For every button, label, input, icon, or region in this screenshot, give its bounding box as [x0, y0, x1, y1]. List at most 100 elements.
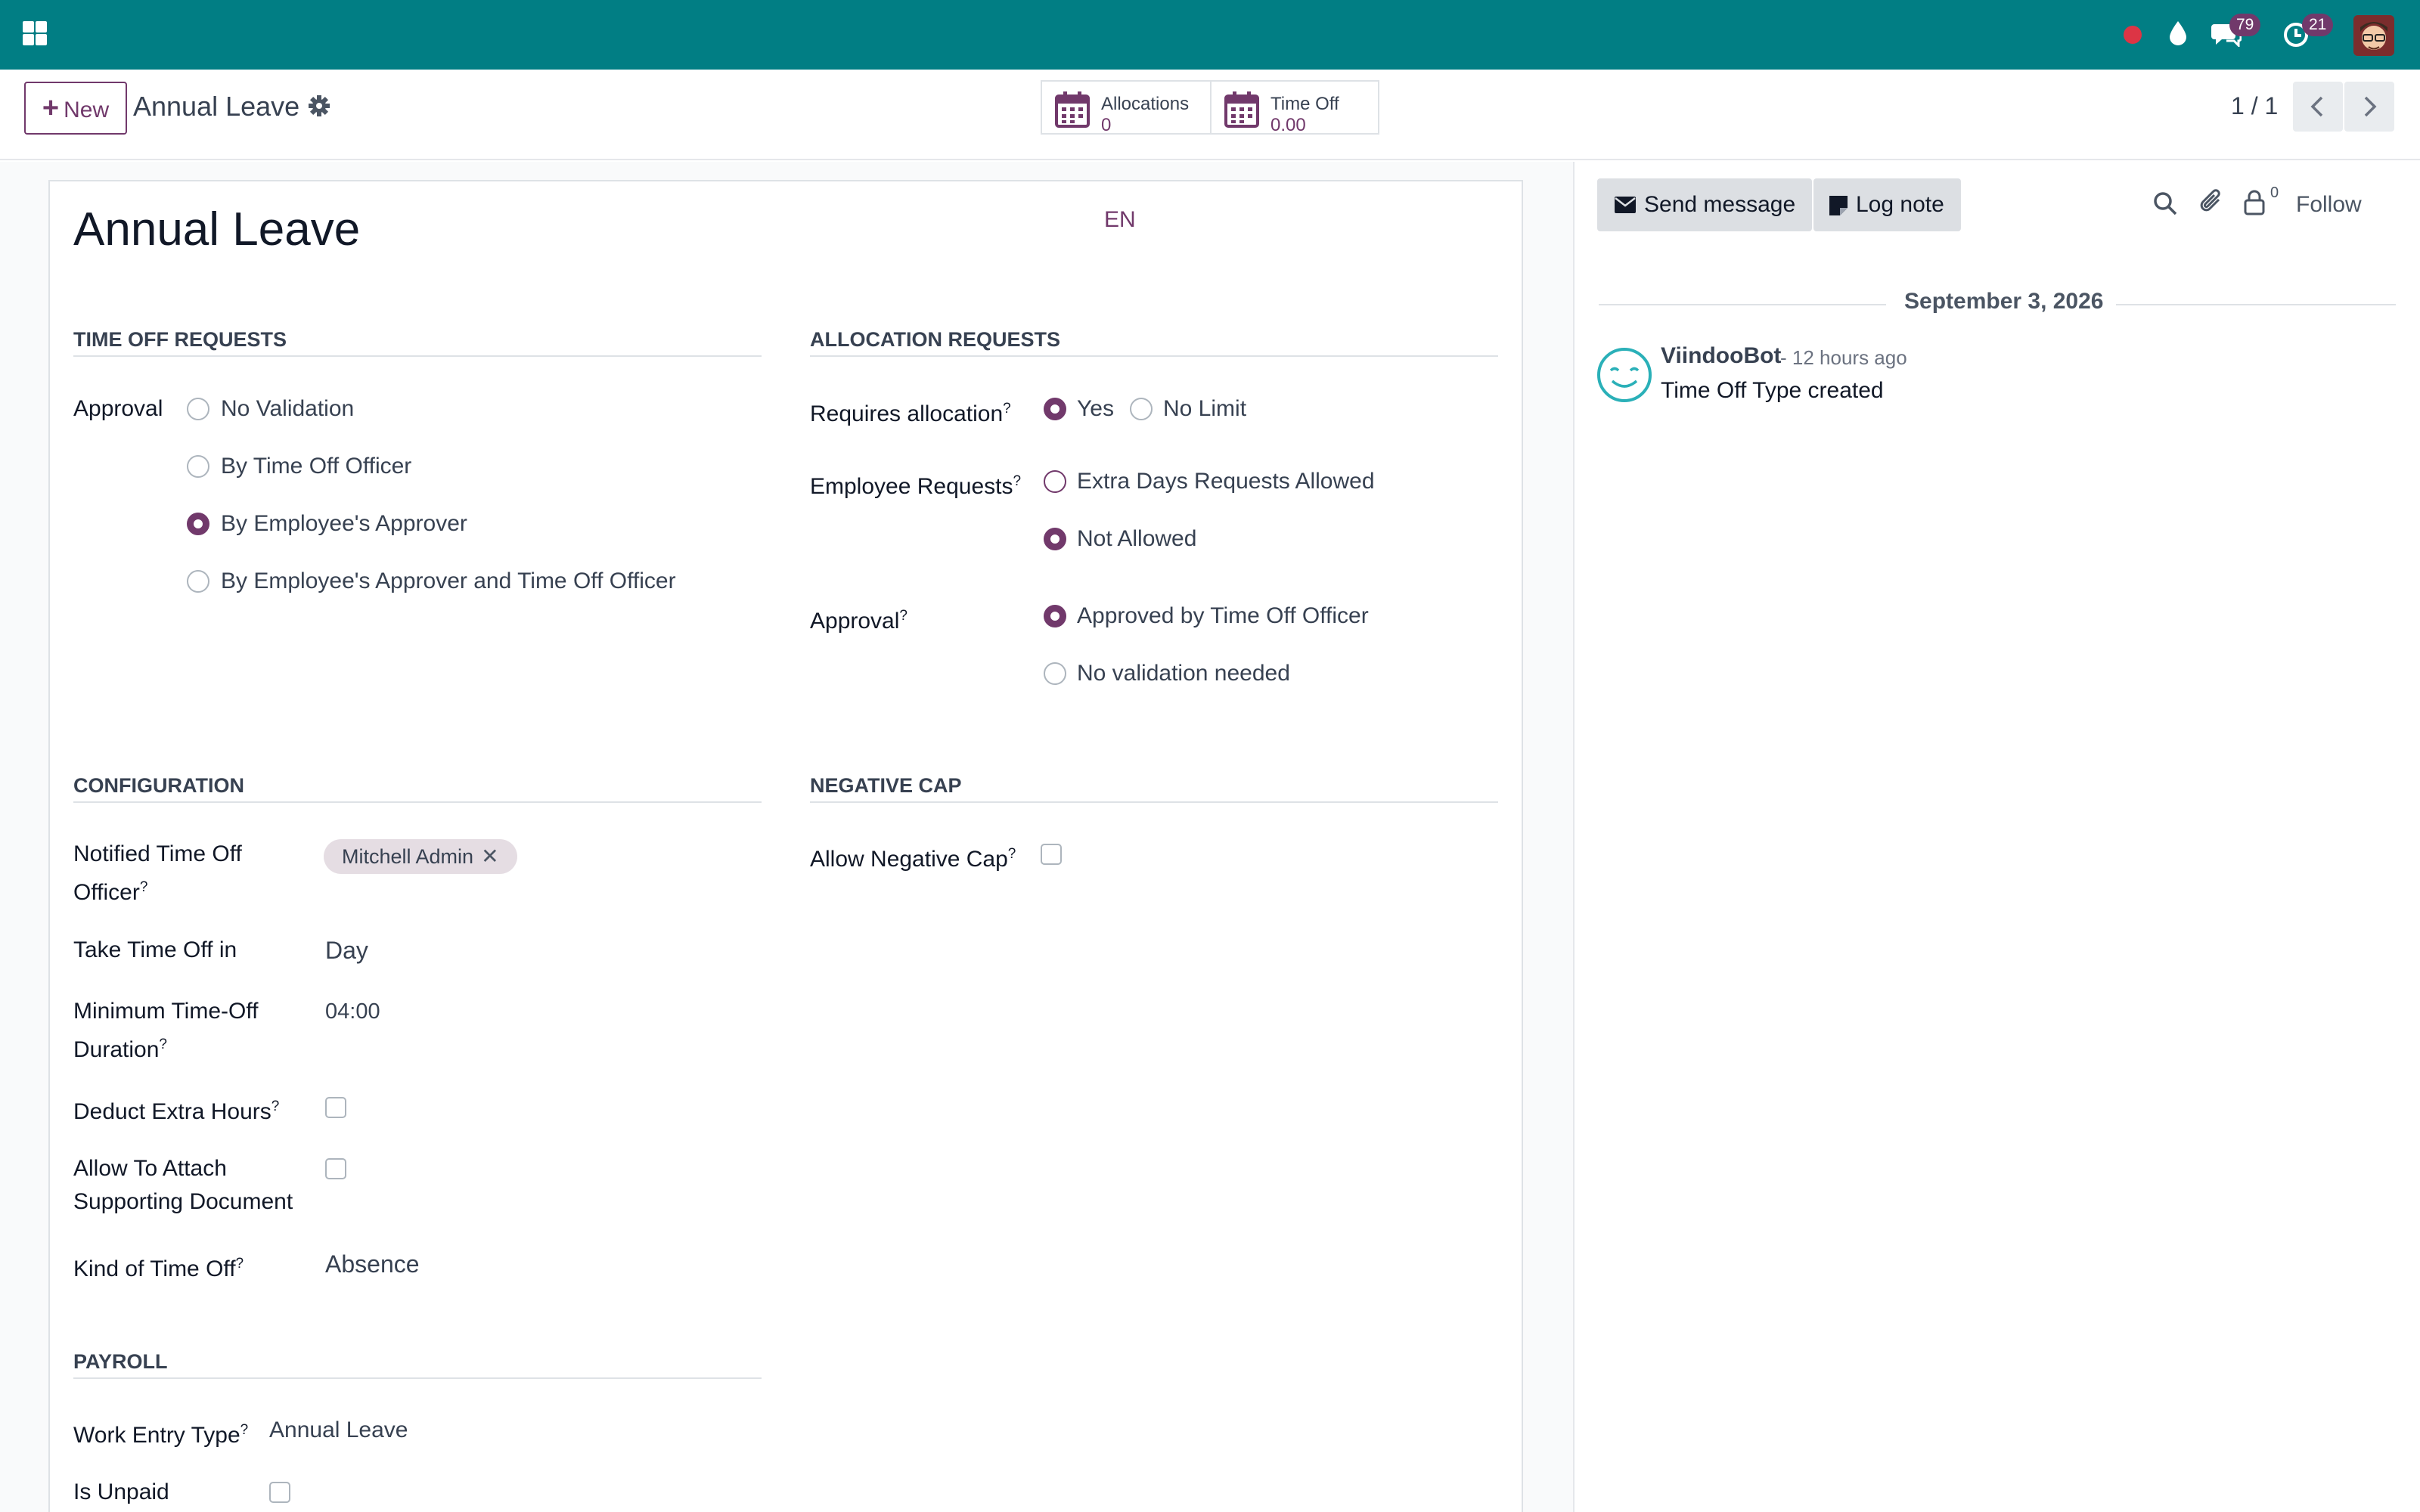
- pager-previous-button[interactable]: [2293, 82, 2343, 132]
- attach-document-checkbox[interactable]: [325, 1158, 346, 1179]
- allocations-smart-button[interactable]: Allocations 0: [1041, 80, 1212, 135]
- help-mark[interactable]: ?: [159, 1036, 167, 1052]
- radio-no-validation[interactable]: [187, 398, 209, 420]
- radio-label-not-allowed[interactable]: Not Allowed: [1077, 522, 1196, 556]
- section-payroll: PAYROLL: [73, 1350, 168, 1373]
- allocations-value: 0: [1101, 115, 1112, 135]
- radio-not-allowed[interactable]: [1044, 528, 1066, 550]
- deduct-extra-hours-checkbox[interactable]: [325, 1097, 346, 1118]
- is-unpaid-checkbox[interactable]: [269, 1482, 290, 1503]
- notified-officer-label: Notified Time Off: [73, 841, 242, 866]
- top-navbar: 79 21: [0, 0, 2420, 70]
- radio-label-by-time-off-officer[interactable]: By Time Off Officer: [221, 450, 411, 483]
- radio-requires-yes[interactable]: [1044, 398, 1066, 420]
- help-mark[interactable]: ?: [236, 1256, 244, 1272]
- allocations-label: Allocations: [1101, 94, 1190, 114]
- officer-tag[interactable]: Mitchell Admin ✕: [324, 839, 517, 874]
- radio-label-no-validation-needed[interactable]: No validation needed: [1077, 657, 1290, 690]
- attach-document-label-2: Supporting Document: [73, 1189, 293, 1214]
- paperclip-icon[interactable]: [2199, 189, 2225, 216]
- help-mark[interactable]: ?: [140, 879, 148, 895]
- new-button-label: New: [64, 98, 110, 122]
- date-separator: September 3, 2026: [1599, 287, 2396, 321]
- allow-negative-cap-text: Allow Negative Cap: [810, 847, 1008, 872]
- take-time-off-value[interactable]: Day: [325, 934, 368, 967]
- min-duration-text-2: Duration: [73, 1037, 160, 1062]
- messages-badge: 79: [2229, 14, 2261, 36]
- envelope-icon: [1615, 197, 1636, 213]
- search-icon[interactable]: [2152, 191, 2178, 216]
- section-time-off-requests: TIME OFF REQUESTS: [73, 328, 287, 351]
- divider: [810, 801, 1498, 803]
- droplet-icon[interactable]: [2167, 20, 2189, 47]
- form-sheet: [48, 180, 1523, 1512]
- min-duration-label-2: Duration?: [73, 1028, 167, 1067]
- help-mark[interactable]: ?: [1008, 846, 1016, 862]
- user-avatar[interactable]: [2353, 15, 2394, 56]
- employee-requests-text: Employee Requests: [810, 474, 1013, 499]
- pager-value[interactable]: 1 / 1: [2231, 92, 2278, 120]
- deduct-extra-hours-label: Deduct Extra Hours?: [73, 1090, 279, 1129]
- status-dot-icon[interactable]: [2122, 24, 2143, 45]
- radio-extra-days-allowed[interactable]: [1044, 470, 1066, 493]
- radio-label-no-limit[interactable]: No Limit: [1163, 392, 1246, 426]
- radio-approved-by-officer[interactable]: [1044, 605, 1066, 627]
- divider: [73, 355, 762, 357]
- divider: [810, 355, 1498, 357]
- message-body: Time Off Type created: [1661, 378, 1884, 403]
- breadcrumb-title: Annual Leave: [133, 91, 300, 122]
- radio-requires-no-limit[interactable]: [1130, 398, 1153, 420]
- kind-of-time-off-text: Kind of Time Off: [73, 1256, 236, 1281]
- officer-tag-label: Mitchell Admin: [342, 845, 474, 868]
- allow-negative-cap-checkbox[interactable]: [1041, 844, 1062, 865]
- help-mark[interactable]: ?: [1013, 473, 1021, 489]
- work-entry-type-label: Work Entry Type?: [73, 1414, 248, 1452]
- followers-count: 0: [2270, 184, 2279, 201]
- radio-label-no-validation[interactable]: No Validation: [221, 392, 354, 426]
- kind-of-time-off-label: Kind of Time Off?: [73, 1247, 244, 1286]
- section-negative-cap: NEGATIVE CAP: [810, 774, 962, 797]
- radio-label-extra-days-allowed[interactable]: Extra Days Requests Allowed: [1077, 465, 1375, 498]
- work-entry-type-text: Work Entry Type: [73, 1423, 240, 1448]
- follow-button[interactable]: Follow: [2296, 192, 2362, 218]
- min-duration-label: Minimum Time-Off: [73, 999, 259, 1024]
- gear-icon[interactable]: [307, 94, 331, 118]
- help-mark[interactable]: ?: [899, 608, 908, 624]
- remove-tag-icon[interactable]: ✕: [481, 844, 498, 868]
- pager-next-button[interactable]: [2344, 82, 2394, 132]
- apps-menu-icon[interactable]: [21, 20, 48, 47]
- radio-label-approved-by-officer[interactable]: Approved by Time Off Officer: [1077, 600, 1369, 633]
- message-time: - 12 hours ago: [1780, 346, 1907, 369]
- radio-label-yes[interactable]: Yes: [1077, 392, 1114, 426]
- bot-avatar-icon[interactable]: [1596, 346, 1653, 404]
- send-message-button[interactable]: Send message: [1597, 178, 1813, 231]
- help-mark[interactable]: ?: [271, 1098, 280, 1114]
- log-note-button[interactable]: Log note: [1813, 178, 1961, 231]
- help-mark[interactable]: ?: [240, 1422, 249, 1438]
- is-unpaid-label: Is Unpaid: [73, 1479, 169, 1504]
- radio-by-approver-and-officer[interactable]: [187, 570, 209, 593]
- help-mark[interactable]: ?: [1003, 401, 1011, 417]
- notified-officer-label-2: Officer?: [73, 871, 147, 909]
- approval-label: Approval: [73, 396, 163, 421]
- requires-allocation-label: Requires allocation?: [810, 392, 1011, 431]
- radio-label-by-employees-approver[interactable]: By Employee's Approver: [221, 507, 467, 541]
- new-button[interactable]: + New: [24, 82, 127, 135]
- language-toggle[interactable]: EN: [1104, 207, 1136, 233]
- time-off-smart-button[interactable]: Time Off 0.00: [1210, 80, 1379, 135]
- section-configuration: CONFIGURATION: [73, 774, 244, 797]
- chevron-left-icon: [2310, 96, 2323, 117]
- radio-by-time-off-officer[interactable]: [187, 455, 209, 478]
- radio-no-validation-needed[interactable]: [1044, 662, 1066, 685]
- radio-label-by-approver-and-officer[interactable]: By Employee's Approver and Time Off Offi…: [221, 565, 676, 598]
- record-title[interactable]: Annual Leave: [73, 203, 360, 256]
- work-entry-type-value[interactable]: Annual Leave: [269, 1414, 408, 1447]
- min-duration-value[interactable]: 04:00: [325, 995, 380, 1028]
- message-author[interactable]: ViindooBot: [1661, 343, 1781, 369]
- section-allocation-requests: ALLOCATION REQUESTS: [810, 328, 1061, 351]
- allow-negative-cap-label: Allow Negative Cap?: [810, 838, 1016, 876]
- followers-lock-icon[interactable]: [2243, 189, 2266, 216]
- radio-by-employees-approver[interactable]: [187, 513, 209, 535]
- attach-document-label: Allow To Attach: [73, 1156, 227, 1181]
- kind-of-time-off-value[interactable]: Absence: [325, 1247, 420, 1281]
